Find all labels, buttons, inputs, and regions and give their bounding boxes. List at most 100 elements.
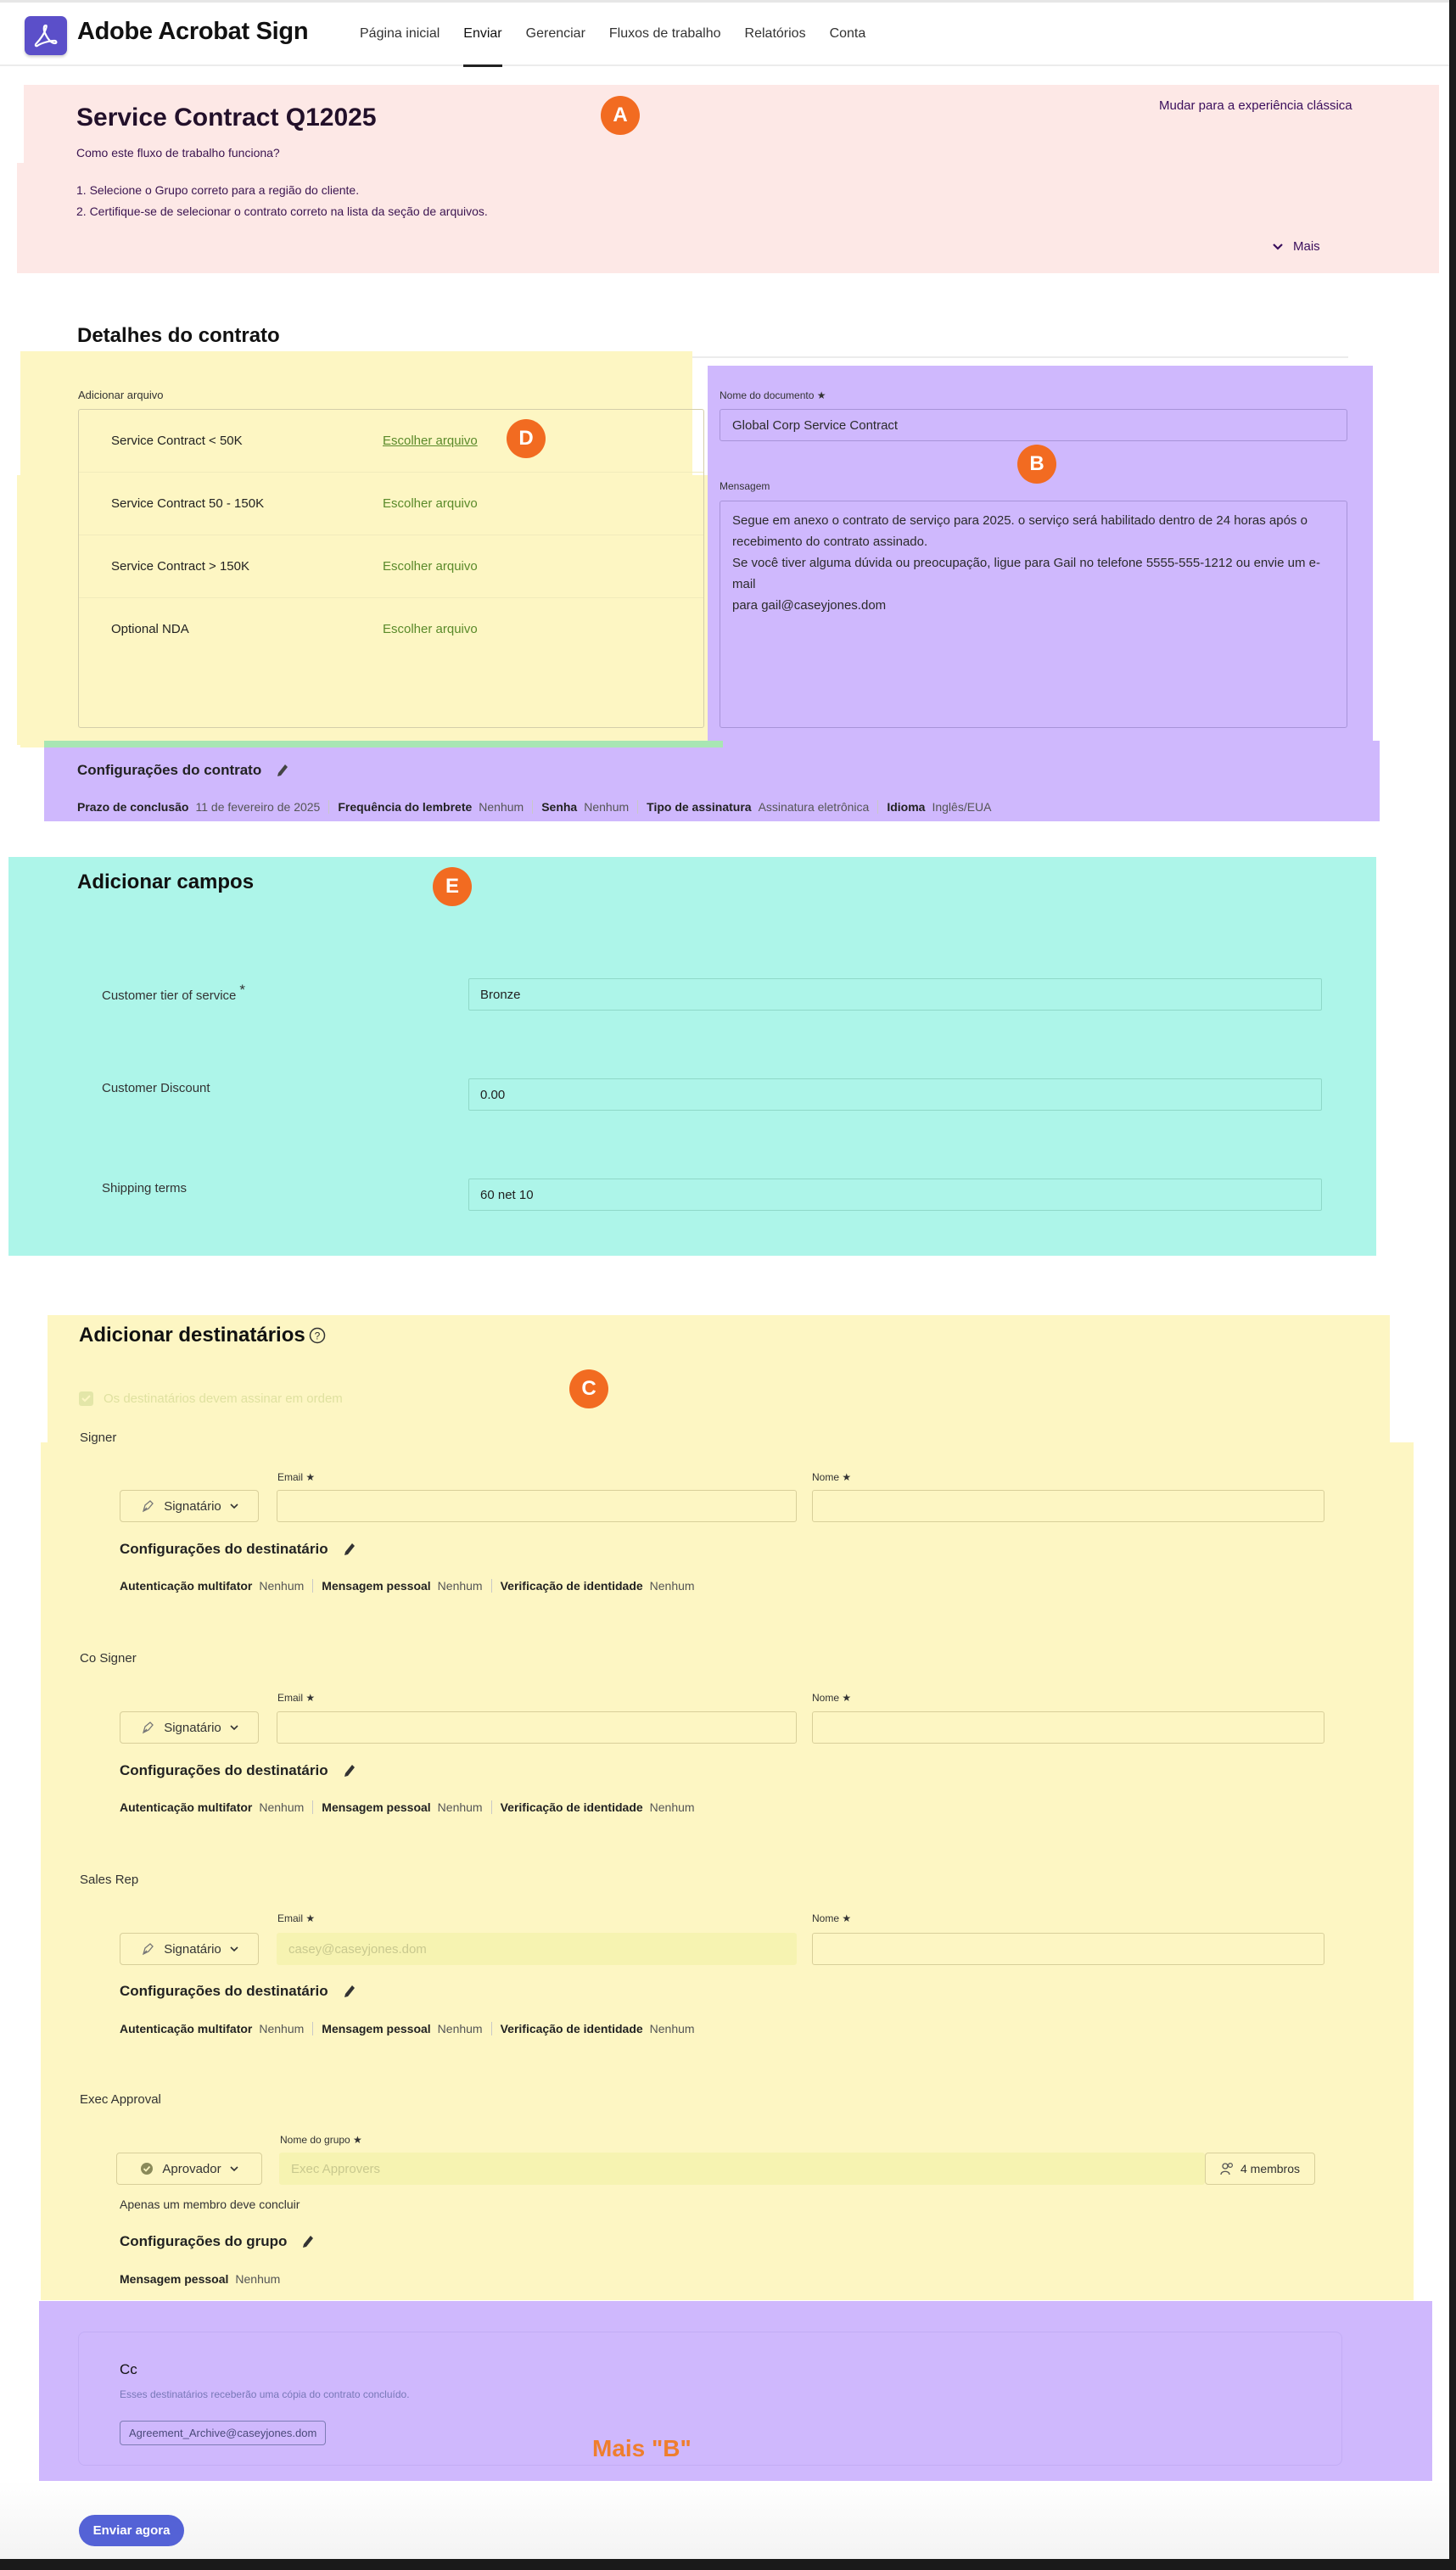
name-label: Nome ★ [812, 1692, 852, 1704]
customer-discount-input[interactable]: 0.00 [468, 1078, 1322, 1111]
message-textarea[interactable]: Segue em anexo o contrato de serviço par… [720, 501, 1347, 728]
workflow-step: 1. Selecione o Grupo correto para a regi… [76, 183, 360, 197]
chevron-down-icon [230, 1503, 238, 1509]
members-count: 4 membros [1240, 2162, 1301, 2175]
recipient-settings-summary: Autenticação multifator Nenhum Mensagem p… [120, 1579, 695, 1593]
field-label: Shipping terms [102, 1181, 188, 1195]
file-name: Service Contract > 150K [111, 559, 250, 574]
customer-tier-input[interactable]: Bronze [468, 978, 1322, 1011]
recipient-settings-summary: Autenticação multifator Nenhum Mensagem p… [120, 1800, 695, 1814]
document-name-input[interactable]: Global Corp Service Contract [720, 409, 1347, 441]
file-name: Optional NDA [111, 622, 189, 636]
choose-file-link[interactable]: Escolher arquivo [383, 434, 478, 448]
cc-email-chip[interactable]: Agreement_Archive@caseyjones.dom [120, 2421, 327, 2445]
help-icon[interactable]: ? [308, 1326, 327, 1345]
file-name: Service Contract 50 - 150K [111, 496, 265, 511]
setting-key: Prazo de conclusão [77, 800, 189, 814]
pencil-edit-icon[interactable] [344, 1764, 356, 1778]
required-marker: * [239, 982, 246, 998]
contract-settings-highlight-top [723, 741, 1380, 747]
group-settings-title-text: Configurações do grupo [120, 2233, 288, 2249]
green-strip [44, 741, 723, 747]
setting-value: Nenhum [479, 800, 524, 814]
setting-key: Tipo de assinatura [647, 800, 752, 814]
setting-value: Nenhum [259, 2022, 305, 2035]
nav-item-account[interactable]: Conta [830, 26, 866, 69]
acrobat-logo-icon[interactable] [25, 16, 67, 55]
file-row: Service Contract 50 - 150K Escolher arqu… [79, 473, 703, 535]
pencil-edit-icon[interactable] [302, 2235, 314, 2248]
message-line: Segue em anexo o contrato de serviço par… [732, 513, 1308, 528]
setting-value: Nenhum [649, 1800, 695, 1814]
setting-value: Nenhum [584, 800, 630, 814]
group-members-button[interactable]: 4 membros [1205, 2153, 1315, 2185]
recipient-label: Signer [80, 1431, 117, 1445]
setting-value: 11 de fevereiro de 2025 [195, 800, 321, 814]
setting-value: Inglês/EUA [932, 800, 992, 814]
setting-key: Verificação de identidade [500, 2022, 643, 2035]
message-line: Se você tiver alguma dúvida ou preocupaç… [732, 556, 1320, 591]
setting-key: Mensagem pessoal [120, 2272, 229, 2286]
setting-value: Nenhum [259, 1800, 305, 1814]
role-dropdown[interactable]: Signatário [120, 1711, 259, 1744]
signer-email-input[interactable] [277, 1490, 797, 1522]
send-now-button[interactable]: Enviar agora [79, 2515, 184, 2546]
workflow-step: 2. Certifique-se de selecionar o contrat… [76, 204, 488, 218]
nav-item-workflows[interactable]: Fluxos de trabalho [609, 26, 721, 69]
doc-name-label-text: Nome do documento [720, 389, 815, 401]
co-signer-name-input[interactable] [812, 1711, 1324, 1744]
role-dropdown[interactable]: Signatário [120, 1490, 259, 1522]
separator [637, 800, 639, 814]
setting-key: Idioma [887, 800, 926, 814]
email-label: Email ★ [277, 1912, 316, 1924]
signer-name-input[interactable] [812, 1490, 1324, 1522]
choose-file-link[interactable]: Escolher arquivo [383, 622, 478, 636]
chevron-down-icon [230, 2165, 238, 2171]
pencil-edit-icon[interactable] [344, 1543, 356, 1556]
choose-file-link[interactable]: Escolher arquivo [383, 496, 478, 511]
file-list: Service Contract < 50K Escolher arquivo … [78, 409, 704, 728]
setting-key: Verificação de identidade [500, 1800, 643, 1814]
group-name-input[interactable]: Exec Approvers [279, 2153, 1205, 2185]
separator [490, 1800, 492, 1814]
nav-item-manage[interactable]: Gerenciar [526, 26, 585, 69]
nav-item-reports[interactable]: Relatórios [745, 26, 806, 69]
shipping-terms-input[interactable]: 60 net 10 [468, 1179, 1322, 1211]
sign-in-order-checkbox[interactable]: Os destinatários devem assinar em ordem [79, 1391, 343, 1406]
cc-title: Cc [120, 2361, 137, 2377]
co-signer-email-input[interactable] [277, 1711, 797, 1744]
name-label: Nome ★ [812, 1471, 852, 1483]
chevron-down-icon [230, 1724, 238, 1730]
group-settings-title: Configurações do grupo [120, 2233, 314, 2250]
separator [490, 1579, 492, 1593]
classic-experience-link[interactable]: Mudar para a experiência clássica [1159, 98, 1352, 113]
top-navigation-bar: Adobe Acrobat Sign Página inicial Enviar… [0, 0, 1449, 69]
setting-key: Mensagem pessoal [322, 2022, 431, 2035]
approver-check-icon [141, 2163, 154, 2175]
role-dropdown[interactable]: Aprovador [116, 2153, 262, 2185]
sales-rep-name-input[interactable] [812, 1933, 1324, 1965]
setting-value: Nenhum [437, 1579, 483, 1593]
role-dropdown[interactable]: Signatário [120, 1933, 259, 1965]
annotation-badge-b: B [1017, 445, 1056, 484]
role-label: Signatário [164, 1498, 221, 1514]
recipient-settings-title-text: Configurações do destinatário [120, 1983, 328, 1999]
recipient-label: Exec Approval [80, 2092, 161, 2107]
more-button[interactable]: Mais [1273, 239, 1320, 254]
annotation-badge-e: E [433, 867, 472, 906]
nav-item-home[interactable]: Página inicial [360, 26, 440, 69]
add-recipients-heading: Adicionar destinatários [79, 1324, 305, 1347]
brand-name: Adobe Acrobat Sign [77, 18, 309, 45]
choose-file-link[interactable]: Escolher arquivo [383, 559, 478, 574]
annotation-badge-c: C [569, 1369, 608, 1408]
nav-item-send[interactable]: Enviar [463, 26, 503, 69]
separator [877, 800, 879, 814]
sales-rep-email-input[interactable]: casey@caseyjones.dom [277, 1933, 797, 1965]
pencil-edit-icon[interactable] [344, 1985, 356, 1998]
setting-value: Nenhum [235, 2272, 281, 2286]
recipient-settings-title: Configurações do destinatário [120, 1983, 356, 2000]
pencil-edit-icon[interactable] [277, 764, 288, 777]
separator [490, 2022, 492, 2035]
checkbox-checked-icon [79, 1391, 93, 1406]
setting-key: Autenticação multifator [120, 2022, 253, 2035]
